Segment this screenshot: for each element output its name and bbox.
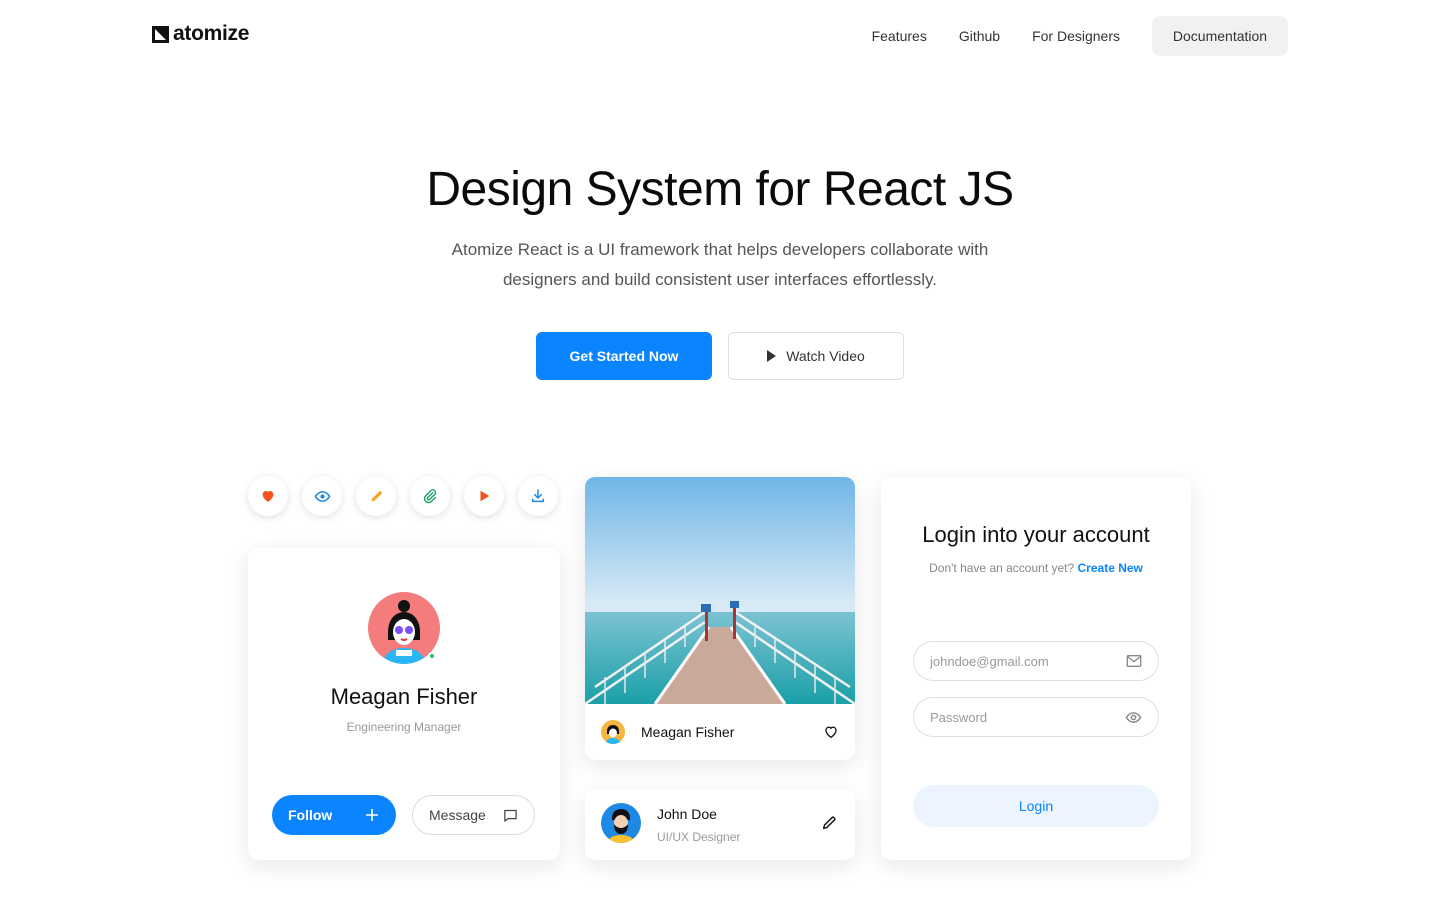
hero-subtitle: Atomize React is a UI framework that hel… bbox=[451, 240, 989, 289]
play-icon-button[interactable] bbox=[464, 476, 504, 516]
atomize-logo-icon bbox=[152, 25, 169, 43]
brand-name: atomize bbox=[173, 22, 250, 45]
eye-icon-button[interactable] bbox=[302, 476, 342, 516]
eye-icon bbox=[314, 490, 330, 502]
plus-icon bbox=[366, 809, 378, 821]
avatar bbox=[601, 803, 641, 843]
nav-link-for-designers[interactable]: For Designers bbox=[1032, 16, 1120, 56]
online-status-dot bbox=[428, 652, 436, 660]
top-navigation: atomize Features Github For Designers Do… bbox=[0, 0, 1440, 72]
edit-pencil-icon[interactable] bbox=[821, 815, 837, 831]
login-subtitle-text: Don't have an account yet? bbox=[929, 561, 1075, 575]
hero-title: Design System for React JS bbox=[426, 163, 1014, 216]
email-field[interactable]: johndoe@gmail.com bbox=[913, 641, 1159, 681]
paperclip-icon bbox=[423, 489, 437, 504]
profile-role: Engineering Manager bbox=[346, 720, 462, 734]
user-card: John Doe UI/UX Designer bbox=[585, 789, 855, 860]
message-button[interactable]: Message bbox=[412, 795, 535, 835]
profile-card: Meagan Fisher Engineering Manager Follow… bbox=[248, 548, 560, 860]
play-icon bbox=[480, 490, 490, 502]
profile-name: Meagan Fisher bbox=[330, 684, 478, 709]
watch-video-button[interactable]: Watch Video bbox=[728, 332, 904, 380]
watch-video-label: Watch Video bbox=[786, 348, 865, 364]
brand-logo[interactable]: atomize bbox=[152, 22, 249, 46]
password-field[interactable]: Password bbox=[913, 697, 1159, 737]
heart-icon bbox=[262, 491, 274, 502]
photo-card: Meagan Fisher bbox=[585, 477, 855, 760]
paperclip-icon-button[interactable] bbox=[410, 476, 450, 516]
user-role: UI/UX Designer bbox=[657, 830, 741, 844]
mail-icon bbox=[1126, 655, 1142, 667]
pencil-icon bbox=[371, 490, 382, 501]
bearded-man-avatar-icon bbox=[607, 809, 635, 843]
play-icon bbox=[767, 350, 777, 362]
login-button[interactable]: Login bbox=[913, 785, 1159, 827]
avatar bbox=[601, 720, 625, 744]
email-placeholder: johndoe@gmail.com bbox=[930, 653, 1049, 669]
heart-outline-icon[interactable] bbox=[823, 724, 839, 740]
nav-links: Features Github For Designers Documentat… bbox=[872, 16, 1288, 56]
login-subtitle: Don't have an account yet? Create New bbox=[881, 561, 1191, 575]
nav-link-features[interactable]: Features bbox=[872, 16, 927, 56]
message-label: Message bbox=[429, 807, 486, 823]
pencil-icon-button[interactable] bbox=[356, 476, 396, 516]
pier-photo bbox=[585, 477, 855, 704]
download-icon-button[interactable] bbox=[518, 476, 558, 516]
login-card: Login into your account Don't have an ac… bbox=[881, 477, 1191, 860]
create-new-link[interactable]: Create New bbox=[1078, 561, 1143, 575]
password-placeholder: Password bbox=[930, 709, 988, 725]
photo-card-footer: Meagan Fisher bbox=[585, 704, 855, 760]
get-started-button[interactable]: Get Started Now bbox=[536, 332, 712, 380]
documentation-button[interactable]: Documentation bbox=[1152, 16, 1288, 56]
nav-link-github[interactable]: Github bbox=[959, 16, 1000, 56]
photo-author-name: Meagan Fisher bbox=[641, 724, 735, 740]
eye-icon[interactable] bbox=[1125, 709, 1142, 726]
download-icon bbox=[531, 489, 545, 503]
login-title: Login into your account bbox=[922, 522, 1150, 547]
heart-icon-button[interactable] bbox=[248, 476, 288, 516]
person-avatar-icon bbox=[605, 725, 621, 744]
follow-label: Follow bbox=[288, 807, 333, 823]
chat-icon bbox=[504, 809, 517, 822]
follow-button[interactable]: Follow bbox=[272, 795, 396, 835]
user-name: John Doe bbox=[657, 806, 717, 822]
